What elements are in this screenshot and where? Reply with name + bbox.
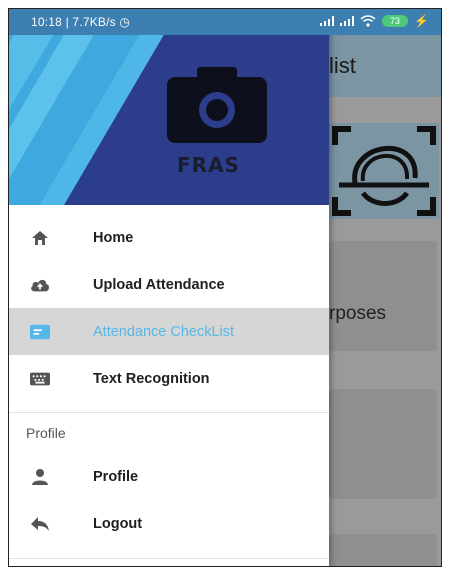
signal-icon — [340, 16, 355, 26]
menu-item-label: Upload Attendance — [93, 276, 225, 293]
background-card — [329, 389, 437, 499]
status-time: 10:18 | 7.7KB/s ◷ — [31, 15, 130, 29]
logo-text: FRAS — [177, 153, 240, 177]
home-icon — [30, 228, 50, 248]
list-card-icon — [30, 322, 50, 342]
background-card — [329, 241, 437, 351]
background-card-text: rposes — [329, 303, 387, 324]
alarm-icon: ◷ — [119, 15, 131, 29]
menu-item-logout[interactable]: Logout — [9, 500, 329, 547]
cloud-upload-icon — [30, 275, 50, 295]
menu-item-label: Text Recognition — [93, 370, 210, 387]
keyboard-icon — [30, 369, 50, 389]
wifi-icon — [360, 15, 376, 27]
menu-item-label: Profile — [93, 468, 139, 485]
status-icons: 73 ⚡ — [320, 14, 429, 28]
phone-frame: list rposes 10:18 | 7.7KB/s ◷ 73 ⚡ FRAS … — [8, 8, 442, 567]
drawer-menu: Home Upload Attendance Attendance CheckL… — [9, 214, 329, 547]
menu-item-label: Logout — [93, 515, 143, 532]
person-icon — [30, 467, 50, 487]
background-title: list — [329, 53, 356, 78]
menu-item-label: Home — [93, 229, 134, 246]
background-card — [329, 534, 437, 566]
battery-icon: 73 — [382, 15, 409, 27]
navigation-drawer: FRAS Home Upload Attendance Attendance C… — [9, 9, 329, 566]
camera-icon — [167, 67, 267, 143]
menu-item-attendance-checklist[interactable]: Attendance CheckList — [9, 308, 329, 355]
menu-item-profile[interactable]: Profile — [9, 453, 329, 500]
menu-item-text-recognition[interactable]: Text Recognition — [9, 355, 329, 402]
section-header-profile: Profile — [9, 413, 329, 453]
charging-icon: ⚡ — [414, 14, 429, 28]
menu-item-label: Attendance CheckList — [93, 323, 235, 340]
reply-arrow-icon — [30, 514, 50, 534]
menu-item-upload-attendance[interactable]: Upload Attendance — [9, 261, 329, 308]
signal-icon — [320, 16, 335, 26]
section-title: Profile — [26, 425, 66, 441]
divider — [9, 558, 329, 559]
status-time-text: 10:18 | 7.7KB/s — [31, 15, 116, 29]
menu-item-home[interactable]: Home — [9, 214, 329, 261]
face-scan-icon — [329, 123, 439, 219]
status-bar: 10:18 | 7.7KB/s ◷ 73 ⚡ — [9, 9, 441, 35]
drawer-header: FRAS — [9, 9, 329, 205]
